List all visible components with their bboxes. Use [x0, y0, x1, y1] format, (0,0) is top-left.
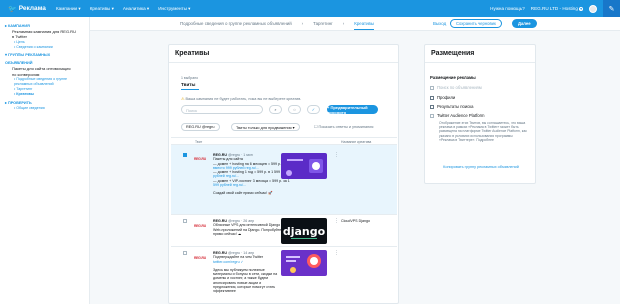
brand-logo[interactable]: 🐦 Реклама	[8, 5, 48, 13]
show-replies-label: Показать ответы и упоминания	[318, 125, 374, 129]
sidebar-item: ▾ ГРУППЫ РЕКЛАМНЫХ	[5, 53, 51, 58]
regru-logo: REG.RU	[194, 157, 206, 161]
twitter-bird-icon: 🐦	[8, 5, 17, 13]
filter-selected-icon[interactable]: ✓	[307, 105, 320, 114]
placement-option[interactable]: Профили	[430, 95, 455, 100]
placements-title: Размещения	[425, 45, 535, 63]
breadcrumb-sep: ›	[342, 21, 345, 26]
tweet-line: Облачные VPS для интенсивной Django	[213, 223, 281, 228]
col-creative-name: Название креатива	[341, 140, 372, 144]
row-menu-icon[interactable]: ⋮	[334, 152, 339, 158]
top-bar: 🐦 Реклама Кампании ▾ Креативы ▾ Аналитик…	[0, 0, 620, 17]
tweet-line: эффективнее	[213, 289, 236, 294]
search-input[interactable]: Поиск	[181, 105, 263, 114]
table-row[interactable]: REG.RU REG.RU @regru · 14 апр Подтвержда…	[171, 247, 397, 303]
exit-link[interactable]: Выход	[433, 21, 446, 26]
svg-text:django: django	[283, 225, 326, 238]
table-row[interactable]: REG.RU REG.RU @regru · 1 мин Пакеты для …	[171, 145, 397, 215]
tweet-media-thumbnail	[281, 250, 327, 276]
tweet-line: прямо сейчас! ☁	[213, 231, 242, 236]
preview-button[interactable]: + Предварительный просмотр	[327, 105, 378, 115]
regru-logo: REG.RU	[194, 224, 206, 228]
creatives-panel: Креативы 1 выбрано Твиты ⚠ Ваша кампания…	[168, 44, 399, 304]
row-checkbox[interactable]	[183, 153, 187, 157]
nav-tools[interactable]: Инструменты ▾	[158, 6, 190, 12]
row-menu-icon[interactable]: ⋮	[334, 250, 339, 256]
warning-message: ⚠ Ваша кампания не будет работать, пока …	[181, 96, 301, 101]
sidebar-item[interactable]: • Сведения о кампании	[5, 45, 84, 50]
checkbox-checked-icon	[430, 95, 434, 100]
handle-filter[interactable]: REG.RU @regru	[181, 123, 220, 131]
checkbox-icon	[430, 113, 434, 118]
account-dropdown-icon: ▾	[579, 7, 583, 11]
placements-panel: Размещения Размещение рекламы Поиск по о…	[424, 44, 536, 184]
placement-note: Отображение этих Твитов, вы соглашаетесь…	[439, 121, 527, 142]
table-header: Твит Название креатива	[171, 137, 397, 145]
main-nav: Кампании ▾ Креативы ▾ Аналитика ▾ Инстру…	[56, 6, 190, 12]
breadcrumb-sep: ›	[301, 21, 304, 26]
sidebar-list: ▸ КАМПАНИЯ Рекламная кампания для REG.RU в…	[5, 24, 84, 111]
regru-logo: REG.RU	[194, 256, 206, 260]
row-menu-icon[interactable]: ⋮	[334, 218, 339, 224]
checkbox-icon	[430, 85, 434, 90]
placement-label: Twitter Audience Platform	[437, 113, 485, 118]
breadcrumb-details[interactable]: Подробные сведения о группе рекламных об…	[180, 21, 292, 26]
placement-label: Результаты поиска	[437, 104, 474, 109]
tweet-line: Создай свой сайт прямо сейчас! 🚀	[213, 191, 273, 196]
placements-section-label: Размещение рекламы	[430, 75, 476, 80]
nav-creatives[interactable]: Креативы ▾	[90, 6, 114, 12]
placement-label: Поиск по объявлениям	[437, 85, 482, 90]
filter-all-icon[interactable]: ○	[288, 105, 301, 114]
avatar[interactable]	[589, 4, 597, 13]
tweet-text: REG.RU @regru · 1 мин Пакеты для сайта —…	[213, 153, 291, 196]
topbar-right: Нужна помощь? REG.RU LTD - Hosting ▾ ✎	[490, 0, 620, 17]
show-replies-toggle[interactable]: ☐ Показать ответы и упоминания	[314, 124, 373, 129]
col-tweet: Твит	[195, 140, 203, 144]
account-menu[interactable]: REG.RU LTD - Hosting ▾	[531, 6, 583, 11]
creative-name: CloudVPS Django	[341, 219, 370, 223]
campaign-sidebar: ▸ КАМПАНИЯ Рекламная кампания для REG.RU в…	[0, 17, 90, 304]
placement-label: Профили	[437, 95, 456, 100]
tweets-tab-group: 1 выбрано Твиты	[181, 76, 199, 90]
placement-option: Поиск по объявлениям	[430, 85, 482, 90]
tweet-text: REG.RU @regru · 14 апр Подтверждайте на …	[213, 251, 291, 294]
help-link[interactable]: Нужна помощь?	[490, 6, 525, 11]
nav-analytics[interactable]: Аналитика ▾	[123, 6, 149, 12]
sidebar-item[interactable]: • Креативы	[5, 92, 84, 97]
copy-ad-group-link[interactable]: Копировать группу рекламных объявлений	[425, 165, 537, 169]
row-checkbox[interactable]	[183, 219, 187, 223]
warning-text: Ваша кампания не будет работать, пока вы…	[185, 97, 302, 101]
breadcrumb: Подробные сведения о группе рекламных об…	[90, 17, 620, 31]
compose-tweet-icon[interactable]: ✎	[603, 0, 620, 17]
checkbox-icon: ☐	[314, 125, 318, 129]
warning-icon: ⚠	[181, 97, 185, 101]
save-draft-button[interactable]: Сохранить черновик	[450, 19, 502, 28]
creatives-title: Креативы	[169, 45, 398, 63]
filter-search-icon[interactable]: ⌕	[269, 105, 282, 114]
placement-option[interactable]: Twitter Audience Platform	[430, 113, 484, 118]
tweet-media-thumbnail: django	[281, 218, 327, 244]
tweet-media-thumbnail	[281, 153, 327, 179]
breadcrumb-creatives[interactable]: Креативы	[354, 21, 375, 30]
nav-campaigns[interactable]: Кампании ▾	[56, 6, 81, 12]
placement-option[interactable]: Результаты поиска	[430, 104, 474, 109]
selected-count: 1 выбрано	[181, 76, 199, 80]
breadcrumb-targeting[interactable]: Таргетинг	[313, 21, 333, 26]
row-checkbox[interactable]	[183, 251, 187, 255]
next-button[interactable]: Далее	[512, 19, 537, 28]
brand-name: Реклама	[18, 5, 46, 12]
checkbox-checked-icon	[430, 104, 434, 109]
promo-only-filter[interactable]: Твиты только для продвижения ▾	[231, 123, 300, 131]
sidebar-item[interactable]: • Общие сведения	[5, 106, 84, 111]
search-placeholder: Поиск	[186, 108, 198, 113]
tab-tweets[interactable]: Твиты	[181, 82, 199, 90]
account-name: REG.RU LTD - Hosting	[530, 6, 578, 11]
tweet-text: REG.RU @regru · 26 апр Облачные VPS для …	[213, 219, 291, 236]
table-row[interactable]: REG.RU REG.RU @regru · 26 апр Облачные V…	[171, 215, 397, 247]
